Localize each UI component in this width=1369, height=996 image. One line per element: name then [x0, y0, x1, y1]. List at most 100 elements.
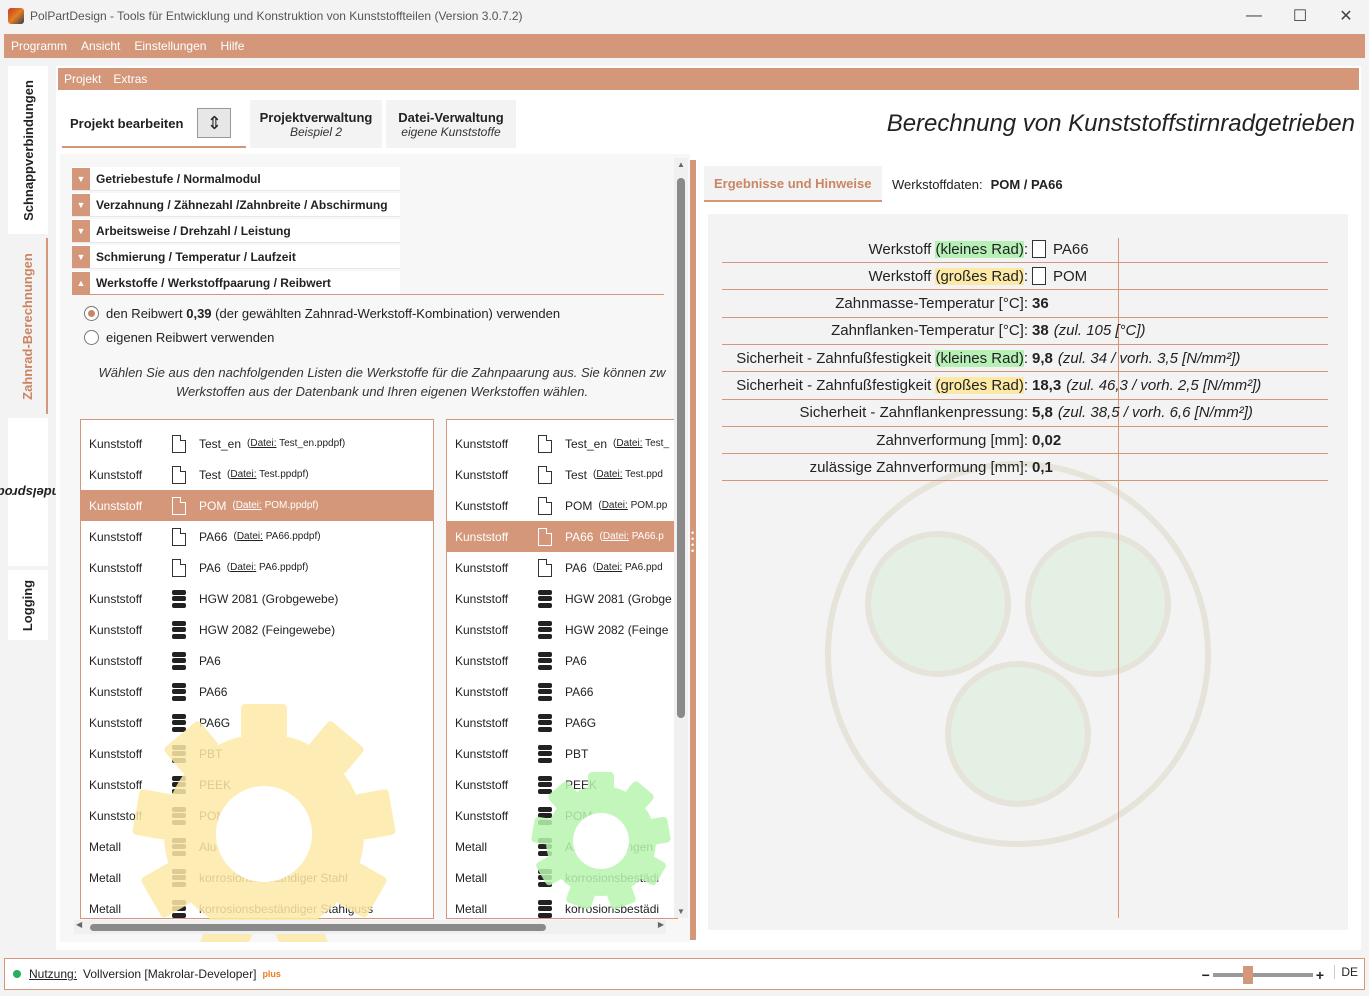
tab-logging[interactable]: Logging	[8, 570, 48, 640]
file-name: PA66.p	[628, 531, 664, 542]
zoom-in-button[interactable]: +	[1316, 967, 1324, 983]
menu-einstellungen[interactable]: Einstellungen	[127, 39, 213, 53]
zoom-out-button[interactable]: −	[1202, 967, 1210, 983]
radio-eigener-reibwert[interactable]: eigenen Reibwert verwenden	[84, 330, 274, 345]
section-werkstoffe[interactable]: ▲ Werkstoffe / Werkstoffpaarung / Reibwe…	[72, 271, 400, 295]
label-text: zulässige Zahnverformung [mm]:	[809, 458, 1028, 476]
list-item[interactable]: Kunststoff POM	[447, 800, 678, 831]
menu-hilfe[interactable]: Hilfe	[213, 39, 251, 53]
list-item[interactable]: Metall korrosionsbestädi	[447, 893, 678, 918]
list-item[interactable]: Kunststoff HGW 2082 (Feinge	[447, 614, 678, 645]
radio-button-selected[interactable]	[84, 306, 99, 321]
close-icon[interactable]: ✕	[1323, 0, 1369, 32]
tab-schnappverbindungen[interactable]: Schnappverbindungen	[8, 66, 48, 234]
scroll-up-icon[interactable]: ▲	[674, 160, 688, 169]
drag-handle-icon[interactable]: • • • •	[691, 529, 694, 556]
scroll-left-icon[interactable]: ◀	[76, 920, 82, 929]
list-item[interactable]: Kunststoff PA6	[81, 645, 433, 676]
horizontal-scrollbar[interactable]: ◀ ▶	[74, 920, 666, 934]
list-item[interactable]: Kunststoff PA66	[447, 676, 678, 707]
list-item[interactable]: Kunststoff PA6 (Datei: PA6.ppd	[447, 552, 678, 583]
material-category: Kunststoff	[455, 498, 509, 513]
document-icon	[1032, 267, 1046, 286]
list-item[interactable]: Metall Alu-Legierungen	[81, 831, 433, 862]
scroll-down-icon[interactable]: ▼	[674, 907, 688, 916]
list-item[interactable]: Metall korrosionsbeständiger Stahl	[81, 862, 433, 893]
list-item[interactable]: Kunststoff HGW 2081 (Grobge	[447, 583, 678, 614]
material-name: POM	[199, 498, 227, 513]
result-value: 38 (zul. 105 [°C])	[1032, 322, 1146, 339]
tab-sublabel: eigene Kunststoffe	[401, 124, 501, 139]
material-list-small-gear[interactable]: Kunststoff Test_en (Datei: Test_en.ppdpf) K…	[80, 419, 434, 919]
list-item[interactable]: Kunststoff PA6	[447, 645, 678, 676]
list-item[interactable]: Kunststoff Test_en (Datei: Test_en.ppdpf)	[81, 428, 433, 459]
result-label: Sicherheit - Zahnflankenpressung:	[722, 404, 1028, 421]
section-verzahnung[interactable]: ▼ Verzahnung / Zähnezahl /Zahnbreite / A…	[72, 193, 400, 217]
scroll-thumb[interactable]	[90, 924, 546, 931]
list-item[interactable]: Kunststoff HGW 2081 (Grobgewebe)	[81, 583, 433, 614]
maximize-icon[interactable]: ☐	[1277, 0, 1323, 32]
material-list-large-gear[interactable]: Kunststoff Test_en (Datei: Test_ Kunststoff…	[446, 419, 678, 919]
radio-button[interactable]	[84, 330, 99, 345]
project-menu: Projekt Extras	[58, 68, 1359, 90]
section-arbeitsweise[interactable]: ▼ Arbeitsweise / Drehzahl / Leistung	[72, 219, 400, 243]
zoom-slider[interactable]	[1212, 966, 1313, 984]
list-item[interactable]: Metall Alu-Legierungen	[447, 831, 678, 862]
tab-handelsprodukte[interactable]: Handelsprodukteplus	[0, 418, 87, 566]
scroll-thumb[interactable]	[677, 178, 685, 718]
tab-datei-verwaltung[interactable]: Datei-Verwaltung eigene Kunststoffe	[386, 100, 516, 148]
menu-programm[interactable]: Programm	[4, 39, 74, 53]
list-item[interactable]: Kunststoff PA66 (Datei: PA66.ppdpf)	[81, 521, 433, 552]
document-icon	[1032, 240, 1046, 258]
material-category: Kunststoff	[455, 467, 509, 482]
tab-werkstoffdaten[interactable]: Werkstoffdaten: POM / PA66	[882, 166, 1073, 202]
panel-splitter[interactable]: • • • •	[690, 160, 696, 940]
list-item[interactable]: Kunststoff PA6 (Datei: PA6.ppdpf)	[81, 552, 433, 583]
license-label[interactable]: Nutzung:	[29, 967, 77, 981]
plus-badge: plus	[262, 969, 281, 979]
list-item[interactable]: Kunststoff PEEK	[81, 769, 433, 800]
list-item[interactable]: Kunststoff HGW 2082 (Feingewebe)	[81, 614, 433, 645]
vertical-scrollbar[interactable]: ▲ ▼	[674, 158, 688, 918]
list-item[interactable]: Metall korrosionsbestädi	[447, 862, 678, 893]
list-item[interactable]: Kunststoff Test (Datei: Test.ppdpf)	[81, 459, 433, 490]
radio-reibwert-kombination[interactable]: den Reibwert 0,39 (der gewählten Zahnrad…	[84, 306, 560, 321]
list-item[interactable]: Kunststoff PBT	[447, 738, 678, 769]
minimize-icon[interactable]: —	[1231, 0, 1277, 32]
language-selector[interactable]: DE	[1334, 965, 1358, 979]
result-label: Sicherheit - Zahnfußfestigkeit (kleines …	[722, 349, 1028, 367]
result-row: zulässige Zahnverformung [mm]: 0,1	[722, 454, 1328, 482]
section-getriebestufe[interactable]: ▼ Getriebestufe / Normalmodul	[72, 167, 400, 191]
list-item[interactable]: Kunststoff Test_en (Datei: Test_	[447, 428, 678, 459]
menu-extras[interactable]: Extras	[107, 72, 153, 86]
tab-ergebnisse[interactable]: Ergebnisse und Hinweise	[704, 166, 882, 202]
material-name: PA66	[565, 684, 594, 699]
menu-projekt[interactable]: Projekt	[58, 72, 107, 86]
value-text: 0,02	[1032, 431, 1062, 449]
list-item[interactable]: Kunststoff POM (Datei: POM.ppdpf)	[81, 490, 433, 521]
material-name: Test_en	[565, 436, 608, 451]
reibwert-value: 0,39	[186, 306, 212, 321]
tab-projekt-bearbeiten[interactable]: Projekt bearbeiten ⇕	[62, 100, 246, 148]
list-item[interactable]: Kunststoff PA6G	[447, 707, 678, 738]
scroll-right-icon[interactable]: ▶	[658, 920, 664, 929]
tab-zahnrad-berechnungen[interactable]: Zahnrad-Berechnungen	[8, 238, 48, 414]
list-item[interactable]: Kunststoff POM	[81, 800, 433, 831]
tab-label: Projektverwaltung	[259, 109, 373, 125]
main-area: Projekt Extras Projekt bearbeiten ⇕ Proj…	[56, 66, 1361, 950]
tab-projektverwaltung[interactable]: Projektverwaltung Beispiel 2	[250, 100, 382, 148]
list-item[interactable]: Metall korrosionsbeständiger Stahlguss	[81, 893, 433, 918]
module-sidebar: Schnappverbindungen Zahnrad-Berechnungen…	[0, 66, 87, 950]
section-schmierung[interactable]: ▼ Schmierung / Temperatur / Laufzeit	[72, 245, 400, 269]
list-item[interactable]: Kunststoff Test (Datei: Test.ppd	[447, 459, 678, 490]
list-item[interactable]: Kunststoff POM (Datei: POM.pp	[447, 490, 678, 521]
list-item[interactable]: Kunststoff PEEK	[447, 769, 678, 800]
result-row: Sicherheit - Zahnfußfestigkeit (kleines …	[722, 345, 1328, 373]
menu-ansicht[interactable]: Ansicht	[74, 39, 127, 53]
list-item[interactable]: Kunststoff PBT	[81, 738, 433, 769]
zoom-slider-knob[interactable]	[1242, 966, 1253, 984]
list-item[interactable]: Kunststoff PA6G	[81, 707, 433, 738]
list-item[interactable]: Kunststoff PA66 (Datei: PA66.p	[447, 521, 678, 552]
sort-toggle-button[interactable]: ⇕	[197, 108, 232, 138]
list-item[interactable]: Kunststoff PA66	[81, 676, 433, 707]
